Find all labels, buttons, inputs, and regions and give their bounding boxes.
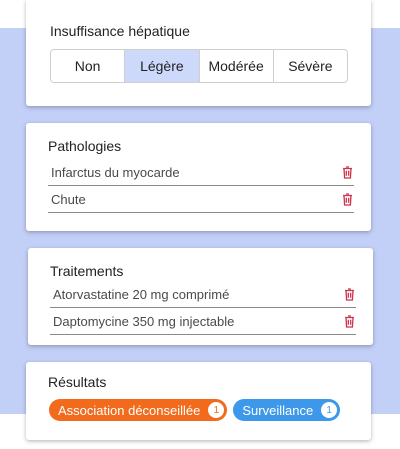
pathology-label: Chute xyxy=(51,191,86,207)
results-title: Résultats xyxy=(48,374,107,390)
option-moderee[interactable]: Modérée xyxy=(200,50,274,82)
pathologies-list: Infarctus du myocarde Chute xyxy=(48,159,354,213)
option-non[interactable]: Non xyxy=(51,50,126,82)
results-chips: Association déconseillée 1 Surveillance … xyxy=(49,399,341,421)
list-item: Daptomycine 350 mg injectable xyxy=(50,308,356,335)
delete-icon[interactable] xyxy=(342,287,356,301)
pathology-label: Infarctus du myocarde xyxy=(51,164,180,180)
chip-count-badge: 1 xyxy=(321,402,338,418)
treatments-card: Traitements Atorvastatine 20 mg comprimé… xyxy=(28,248,373,345)
chip-label: Association déconseillée xyxy=(58,402,201,418)
hepatic-severity-selector: Non Légère Modérée Sévère xyxy=(50,49,348,83)
treatment-label: Daptomycine 350 mg injectable xyxy=(53,313,235,329)
treatments-list: Atorvastatine 20 mg comprimé Daptomycine… xyxy=(50,281,356,335)
treatments-title: Traitements xyxy=(50,263,124,279)
association-deconseillee-chip[interactable]: Association déconseillée 1 xyxy=(49,399,228,421)
hepatic-insufficiency-card: Insuffisance hépatique Non Légère Modéré… xyxy=(26,0,371,106)
option-legere[interactable]: Légère xyxy=(125,50,200,82)
delete-icon[interactable] xyxy=(342,314,356,328)
hepatic-title: Insuffisance hépatique xyxy=(50,23,190,39)
pathologies-card: Pathologies Infarctus du myocarde Chute xyxy=(26,123,371,231)
list-item: Atorvastatine 20 mg comprimé xyxy=(50,281,356,308)
option-severe[interactable]: Sévère xyxy=(274,50,347,82)
delete-icon[interactable] xyxy=(340,165,354,179)
treatment-label: Atorvastatine 20 mg comprimé xyxy=(53,286,230,302)
chip-label: Surveillance xyxy=(242,402,314,418)
results-card: Résultats Association déconseillée 1 Sur… xyxy=(26,362,371,440)
list-item: Chute xyxy=(48,186,354,213)
chip-count-badge: 1 xyxy=(208,402,225,418)
surveillance-chip[interactable]: Surveillance 1 xyxy=(233,399,341,421)
list-item: Infarctus du myocarde xyxy=(48,159,354,186)
delete-icon[interactable] xyxy=(340,192,354,206)
pathologies-title: Pathologies xyxy=(48,138,122,154)
